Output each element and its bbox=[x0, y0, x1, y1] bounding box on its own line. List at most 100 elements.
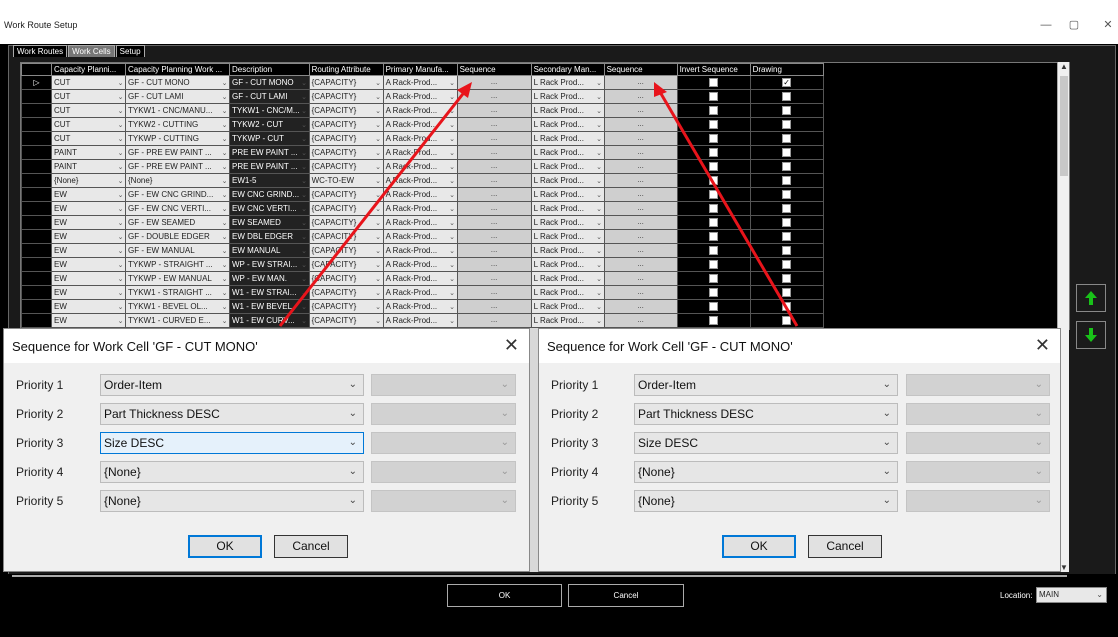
chevron-down-icon[interactable]: ⌄ bbox=[595, 219, 604, 227]
secondary-sequence-cell[interactable]: ... bbox=[603, 75, 678, 90]
capacity-work-cell-combo[interactable]: TYKW1 - CURVED E... ⌄ bbox=[126, 314, 229, 327]
secondary-sequence-button[interactable]: ... bbox=[605, 90, 677, 103]
invert-sequence-checkbox[interactable] bbox=[709, 274, 719, 284]
primary-sequence-cell[interactable]: ... bbox=[456, 299, 532, 314]
primary-sequence-cell[interactable]: ... bbox=[456, 201, 532, 216]
invert-sequence-checkbox[interactable] bbox=[709, 176, 719, 186]
drawing-cell[interactable] bbox=[749, 145, 824, 160]
invert-sequence-checkbox[interactable] bbox=[709, 162, 719, 172]
move-down-button[interactable] bbox=[1076, 321, 1106, 349]
description-cell[interactable]: EW SEAMED ⌄ bbox=[229, 215, 310, 230]
capacity-planning-combo[interactable]: EW ⌄ bbox=[52, 272, 125, 285]
chevron-down-icon[interactable]: ⌄ bbox=[374, 247, 383, 255]
routing-attribute-combo[interactable]: {CAPACITY} ⌄ bbox=[310, 160, 383, 173]
secondary-sequence-button[interactable]: ... bbox=[605, 188, 677, 201]
chevron-down-icon[interactable]: ⌄ bbox=[116, 121, 125, 129]
secondary-manufacturing-cell[interactable]: L Rack Prod... ⌄ bbox=[530, 117, 605, 132]
dialog-ok-button[interactable]: OK bbox=[188, 535, 262, 558]
routing-attribute-cell[interactable]: {CAPACITY} ⌄ bbox=[308, 145, 384, 160]
secondary-sequence-button[interactable]: ... bbox=[605, 286, 677, 299]
drawing-cell[interactable]: ✓ bbox=[749, 75, 824, 90]
capacity-work-cell-cell[interactable]: TYKWP - CUTTING ⌄ bbox=[125, 131, 230, 146]
chevron-down-icon[interactable]: ⌄ bbox=[374, 233, 383, 241]
secondary-manufacturing-combo[interactable]: L Rack Prod... ⌄ bbox=[532, 286, 604, 299]
chevron-down-icon[interactable]: ⌄ bbox=[300, 121, 309, 129]
primary-manufacturing-combo[interactable]: A Rack-Prod... ⌄ bbox=[384, 76, 457, 89]
chevron-down-icon[interactable]: ⌄ bbox=[595, 163, 604, 171]
routing-attribute-cell[interactable]: {CAPACITY} ⌄ bbox=[308, 285, 384, 300]
description-combo[interactable]: EW DBL EDGER ⌄ bbox=[230, 230, 309, 243]
capacity-planning-combo[interactable]: EW ⌄ bbox=[52, 202, 125, 215]
priority-select[interactable]: Part Thickness DESC ⌄ bbox=[634, 403, 898, 425]
routing-attribute-combo[interactable]: {CAPACITY} ⌄ bbox=[310, 314, 383, 327]
routing-attribute-combo[interactable]: {CAPACITY} ⌄ bbox=[310, 230, 383, 243]
primary-manufacturing-combo[interactable]: A Rack-Prod... ⌄ bbox=[384, 300, 457, 313]
row-indicator[interactable] bbox=[21, 229, 52, 244]
chevron-down-icon[interactable]: ⌄ bbox=[220, 219, 229, 227]
chevron-down-icon[interactable]: ⌄ bbox=[448, 317, 457, 325]
invert-sequence-checkbox[interactable] bbox=[709, 232, 719, 242]
primary-sequence-cell[interactable]: ... bbox=[456, 117, 532, 132]
column-header[interactable] bbox=[21, 63, 52, 76]
capacity-work-cell-cell[interactable]: GF - EW CNC VERTI... ⌄ bbox=[125, 201, 230, 216]
capacity-work-cell-combo[interactable]: TYKWP - STRAIGHT ... ⌄ bbox=[126, 258, 229, 271]
chevron-down-icon[interactable]: ⌄ bbox=[448, 303, 457, 311]
routing-attribute-combo[interactable]: WC-TO-EW ⌄ bbox=[310, 174, 383, 187]
invert-sequence-cell[interactable] bbox=[676, 201, 751, 216]
description-cell[interactable]: EW CNC GRIND... ⌄ bbox=[229, 187, 310, 202]
drawing-checkbox[interactable] bbox=[782, 260, 792, 270]
chevron-down-icon[interactable]: ⌄ bbox=[116, 289, 125, 297]
primary-manufacturing-combo[interactable]: A Rack-Prod... ⌄ bbox=[384, 314, 457, 327]
chevron-down-icon[interactable]: ⌄ bbox=[374, 163, 383, 171]
chevron-down-icon[interactable]: ⌄ bbox=[448, 135, 457, 143]
routing-attribute-combo[interactable]: {CAPACITY} ⌄ bbox=[310, 258, 383, 271]
priority-direction-select[interactable]: ⌄ bbox=[906, 374, 1050, 396]
secondary-manufacturing-cell[interactable]: L Rack Prod... ⌄ bbox=[530, 173, 605, 188]
primary-manufacturing-cell[interactable]: A Rack-Prod... ⌄ bbox=[382, 89, 458, 104]
table-row[interactable]: EW ⌄ GF - EW CNC GRIND... ⌄ EW CNC GRIND... ⌄… bbox=[21, 187, 824, 202]
capacity-work-cell-cell[interactable]: GF - PRE EW PAINT ... ⌄ bbox=[125, 159, 230, 174]
invert-sequence-checkbox[interactable] bbox=[709, 316, 719, 326]
primary-manufacturing-combo[interactable]: A Rack-Prod... ⌄ bbox=[384, 132, 457, 145]
secondary-sequence-cell[interactable]: ... bbox=[603, 229, 678, 244]
chevron-down-icon[interactable]: ⌄ bbox=[448, 107, 457, 115]
chevron-down-icon[interactable]: ⌄ bbox=[220, 121, 229, 129]
footer-cancel-button[interactable]: Cancel bbox=[568, 584, 684, 607]
chevron-down-icon[interactable]: ⌄ bbox=[595, 261, 604, 269]
primary-sequence-button[interactable]: ... bbox=[458, 90, 531, 103]
column-header[interactable]: Secondary Man... bbox=[530, 63, 605, 76]
table-row[interactable]: EW ⌄ GF - EW SEAMED ⌄ EW SEAMED ⌄ {CAPACITY} ⌄ A… bbox=[21, 215, 824, 230]
row-indicator[interactable] bbox=[21, 145, 52, 160]
secondary-sequence-cell[interactable]: ... bbox=[603, 159, 678, 174]
invert-sequence-checkbox[interactable] bbox=[709, 260, 719, 270]
chevron-down-icon[interactable]: ⌄ bbox=[374, 177, 383, 185]
routing-attribute-combo[interactable]: {CAPACITY} ⌄ bbox=[310, 286, 383, 299]
secondary-manufacturing-cell[interactable]: L Rack Prod... ⌄ bbox=[530, 131, 605, 146]
primary-sequence-cell[interactable]: ... bbox=[456, 103, 532, 118]
capacity-work-cell-cell[interactable]: GF - CUT LAMI ⌄ bbox=[125, 89, 230, 104]
drawing-checkbox[interactable] bbox=[782, 190, 792, 200]
description-cell[interactable]: EW1-5 ⌄ bbox=[229, 173, 310, 188]
invert-sequence-cell[interactable] bbox=[676, 257, 751, 272]
dialog-close-button[interactable]: ✕ bbox=[1035, 336, 1050, 354]
minimize-button[interactable]: — bbox=[1036, 18, 1056, 32]
scrollbar-thumb[interactable] bbox=[1060, 76, 1068, 176]
priority-direction-select[interactable]: ⌄ bbox=[371, 432, 516, 454]
row-indicator[interactable] bbox=[21, 313, 52, 328]
invert-sequence-cell[interactable] bbox=[676, 271, 751, 286]
chevron-down-icon[interactable]: ⌄ bbox=[595, 247, 604, 255]
secondary-sequence-button[interactable]: ... bbox=[605, 244, 677, 257]
description-cell[interactable]: PRE EW PAINT ... ⌄ bbox=[229, 159, 310, 174]
capacity-planning-cell[interactable]: EW ⌄ bbox=[51, 313, 126, 328]
chevron-down-icon[interactable]: ⌄ bbox=[300, 233, 309, 241]
drawing-cell[interactable] bbox=[749, 215, 824, 230]
row-indicator[interactable] bbox=[21, 103, 52, 118]
capacity-work-cell-cell[interactable]: GF - DOUBLE EDGER ⌄ bbox=[125, 229, 230, 244]
primary-manufacturing-cell[interactable]: A Rack-Prod... ⌄ bbox=[382, 271, 458, 286]
row-indicator[interactable]: ▷ bbox=[21, 75, 52, 90]
routing-attribute-cell[interactable]: {CAPACITY} ⌄ bbox=[308, 271, 384, 286]
drawing-cell[interactable] bbox=[749, 131, 824, 146]
primary-manufacturing-cell[interactable]: A Rack-Prod... ⌄ bbox=[382, 243, 458, 258]
location-select[interactable]: MAIN ⌄ bbox=[1036, 587, 1107, 603]
secondary-sequence-cell[interactable]: ... bbox=[603, 117, 678, 132]
